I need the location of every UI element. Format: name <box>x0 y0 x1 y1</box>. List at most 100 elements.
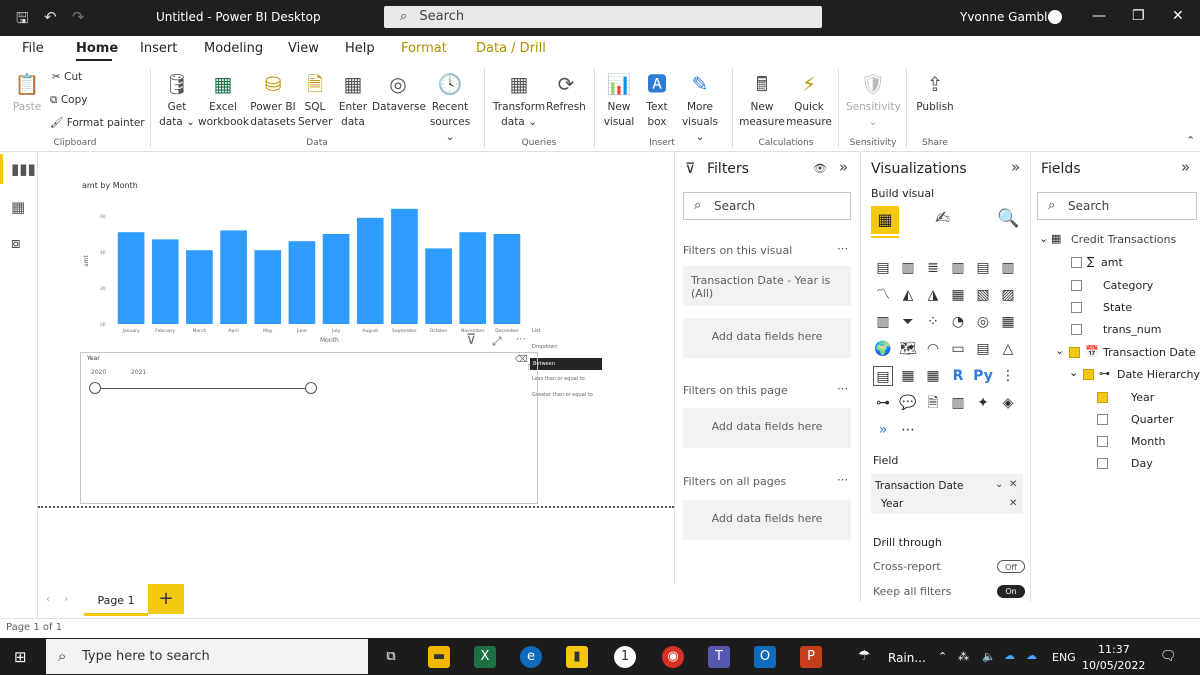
menu-item-between[interactable]: Between <box>530 358 602 370</box>
tab-data-drill[interactable]: Data / Drill <box>476 41 546 56</box>
area-chart-icon[interactable]: ◭ <box>898 285 918 305</box>
add-page-button[interactable]: + <box>148 584 184 614</box>
field-category[interactable]: Category <box>1103 279 1153 292</box>
checkbox-date-hierarchy[interactable] <box>1083 369 1094 380</box>
avatar[interactable] <box>1048 10 1062 24</box>
decomposition-tree-icon[interactable]: ⊶ <box>873 393 893 413</box>
get-data-button[interactable]: 🛢 Get data ⌄ <box>158 70 196 130</box>
checkbox-quarter[interactable] <box>1097 414 1108 425</box>
tab-format[interactable]: Format <box>401 41 447 56</box>
prev-page-icon[interactable]: ‹ <box>46 594 50 605</box>
card-icon[interactable]: ▭ <box>948 339 968 359</box>
redo-icon[interactable]: ↷ <box>72 8 85 26</box>
collapse-fields-icon[interactable]: » <box>1181 158 1190 176</box>
minimize-icon[interactable]: — <box>1092 8 1106 24</box>
restore-icon[interactable]: ❐ <box>1132 8 1145 24</box>
treemap-icon[interactable]: ▦ <box>998 312 1018 332</box>
more-options-icon[interactable]: ⋯ <box>837 473 848 486</box>
field-year[interactable]: Year <box>1131 391 1154 404</box>
tab-help[interactable]: Help <box>345 41 375 56</box>
weather-icon[interactable]: ☂ <box>858 648 871 664</box>
eraser-icon[interactable]: ⌫ <box>515 355 528 365</box>
slicer-icon[interactable]: ▤ <box>873 366 893 386</box>
matrix-icon[interactable]: ▦ <box>923 366 943 386</box>
field-state[interactable]: State <box>1103 301 1132 314</box>
line-column-icon[interactable]: ▦ <box>948 285 968 305</box>
field-quarter[interactable]: Quarter <box>1131 413 1174 426</box>
field-amt[interactable]: amt <box>1101 256 1123 269</box>
menu-item-less-equal[interactable]: Less than or equal to <box>532 376 585 382</box>
undo-icon[interactable]: ↶ <box>44 8 57 26</box>
quick-measure-button[interactable]: ⚡ Quick measure <box>786 70 832 130</box>
field-day[interactable]: Day <box>1131 457 1153 470</box>
save-icon[interactable]: 🖫 <box>16 8 29 33</box>
tab-modeling[interactable]: Modeling <box>204 41 263 56</box>
cut-button[interactable]: ✂ Cut <box>52 70 82 85</box>
funnel-icon[interactable]: ⏷ <box>898 312 918 332</box>
table-credit-transactions[interactable]: Credit Transactions <box>1071 233 1176 246</box>
chevron-down-icon[interactable]: ⌄ <box>1039 232 1048 245</box>
powerbi-app-icon[interactable]: ▮ <box>566 646 588 668</box>
filters-search-input[interactable]: ⌕ Search <box>683 192 851 220</box>
filter-card-year[interactable]: Transaction Date - Year is (All) <box>683 266 851 306</box>
bar-november[interactable] <box>459 232 487 324</box>
remove-subfield-icon[interactable]: ✕ <box>1009 498 1017 509</box>
taskbar-search-input[interactable]: ⌕ Type here to search <box>46 639 368 674</box>
eye-icon[interactable]: 👁 <box>813 162 827 175</box>
multirow-card-icon[interactable]: ▤ <box>973 339 993 359</box>
bar-january[interactable] <box>117 232 145 324</box>
new-measure-button[interactable]: 🖩 New measure <box>738 70 786 130</box>
bar-may[interactable] <box>254 250 282 324</box>
add-fields-all[interactable]: Add data fields here <box>683 500 851 540</box>
network-icon[interactable]: ⁂ <box>958 650 969 663</box>
onedrive-business-icon[interactable]: ☁ <box>1026 649 1037 662</box>
onepassword-icon[interactable]: 1 <box>614 646 636 668</box>
field-trans-num[interactable]: trans_num <box>1103 323 1161 336</box>
r-visual-icon[interactable]: R <box>948 366 968 386</box>
clustered-bar-icon[interactable]: ≣ <box>923 258 943 278</box>
format-painter-button[interactable]: 🖌 Format painter <box>50 116 145 131</box>
tab-file[interactable]: File <box>22 41 44 56</box>
donut-icon[interactable]: ◎ <box>973 312 993 332</box>
menu-item-list[interactable]: List <box>532 328 541 334</box>
sensitivity-button[interactable]: 🛡 Sensitivity ⌄ <box>846 70 901 130</box>
bar-june[interactable] <box>288 241 316 324</box>
bar-february[interactable] <box>151 239 179 324</box>
powerbi-datasets-button[interactable]: ⛁ Power BI datasets <box>250 70 296 130</box>
power-automate-icon[interactable]: » <box>873 420 893 440</box>
title-search-box[interactable]: ⌕ Search <box>384 6 822 28</box>
more-visuals-button[interactable]: ✎ More visuals ⌄ <box>676 70 724 145</box>
year-slicer[interactable]: Year 2020 2021 ⌫ ☝ <box>80 352 538 504</box>
notifications-icon[interactable]: 🗨 <box>1160 649 1177 664</box>
qa-icon[interactable]: 💬 <box>898 393 918 413</box>
onedrive-icon[interactable]: ☁ <box>1004 649 1015 662</box>
powerpoint-icon[interactable]: P <box>800 646 822 668</box>
weather-label[interactable]: Rain... <box>888 651 926 665</box>
next-page-icon[interactable]: › <box>64 594 68 605</box>
tab-home[interactable]: Home <box>76 41 118 56</box>
report-canvas[interactable]: amt by Month amt Month 0K 2K 4K 6K January F… <box>38 152 674 622</box>
more-visuals-icon[interactable]: ⋯ <box>898 420 918 440</box>
bar-october[interactable] <box>425 248 452 324</box>
transform-data-button[interactable]: ▦ Transform data ⌄ <box>492 70 546 130</box>
tab-view[interactable]: View <box>288 41 319 56</box>
build-visual-icon[interactable]: ▦ <box>871 206 899 234</box>
excel-workbook-button[interactable]: ▦ Excel workbook <box>198 70 249 130</box>
chevron-down-icon[interactable]: ⌄ <box>1055 344 1064 357</box>
edge-icon[interactable]: e <box>520 646 542 668</box>
more-options-icon[interactable]: ⋯ <box>837 382 848 395</box>
add-fields-page[interactable]: Add data fields here <box>683 408 851 448</box>
user-name[interactable]: Yvonne Gamble <box>960 10 1055 24</box>
stacked-bar-icon[interactable]: ▤ <box>873 258 893 278</box>
filter-icon[interactable]: ⊽ <box>466 332 476 348</box>
bar-march[interactable] <box>186 250 213 324</box>
checkbox-day[interactable] <box>1097 458 1108 469</box>
line-stacked-column-icon[interactable]: ▧ <box>973 285 993 305</box>
key-influencers-icon[interactable]: ⋮ <box>998 366 1018 386</box>
tab-insert[interactable]: Insert <box>140 41 177 56</box>
data-view-icon[interactable]: ▦ <box>11 198 25 216</box>
paginated-icon[interactable]: ▥ <box>948 393 968 413</box>
text-box-button[interactable]: 🅰 Text box <box>640 70 674 130</box>
python-visual-icon[interactable]: Py <box>973 366 993 386</box>
slider-handle-max[interactable] <box>305 382 317 394</box>
